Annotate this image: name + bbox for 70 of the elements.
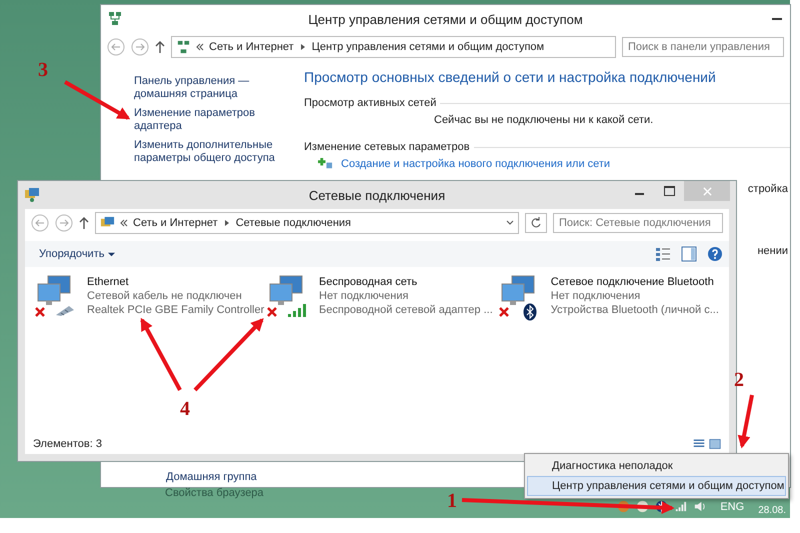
network-icon: [107, 11, 123, 27]
details-view-icon[interactable]: [693, 438, 705, 450]
signal-icon[interactable]: [674, 500, 688, 513]
window-title: Центр управления сетями и общим доступом: [308, 12, 583, 26]
computer-icon[interactable]: [269, 275, 303, 307]
network-status: Сейчас вы не подключены ни к какой сети.: [434, 114, 654, 127]
sidebar-link[interactable]: Изменение параметров адаптера: [134, 107, 296, 133]
connection-name[interactable]: Ethernet: [87, 275, 264, 289]
bluetooth-icon: [522, 303, 537, 321]
back-button[interactable]: [31, 214, 49, 232]
address-bar[interactable]: Сеть и Интернет Центр управления сетями и общим доступом: [171, 36, 616, 58]
annotation-number: 2: [734, 369, 744, 391]
partial-text: нении: [757, 245, 788, 258]
search-field[interactable]: Поиск в панели управления: [622, 37, 784, 57]
signal-bars-icon: [287, 303, 307, 317]
partial-text: стройка: [748, 183, 788, 196]
forward-button[interactable]: [55, 214, 73, 232]
sidebar-link[interactable]: Изменить дополнительные параметры общего доступа: [134, 139, 296, 165]
breadcrumb-item[interactable]: Центр управления сетями и общим доступом: [312, 41, 544, 53]
up-button[interactable]: [155, 40, 165, 54]
annotation-number: 4: [180, 398, 190, 420]
menu-item[interactable]: Диагностика неполадок: [527, 456, 786, 476]
adapter-name: Беспроводной сетевой адаптер ...: [319, 303, 493, 317]
help-icon[interactable]: [707, 246, 723, 262]
chevron-icon: [222, 219, 231, 227]
chevron-icon: [120, 219, 128, 227]
connection-status: Нет подключения: [550, 289, 642, 303]
forward-button[interactable]: [131, 38, 149, 56]
create-connection-link[interactable]: Создание и настройка нового подключения или сети: [341, 158, 610, 171]
up-button[interactable]: [79, 216, 89, 230]
computer-icon[interactable]: [37, 275, 71, 307]
breadcrumb-item[interactable]: Сеть и Интернет: [209, 41, 294, 53]
search-field[interactable]: Поиск: Сетевые подключения: [553, 213, 723, 233]
sidebar-link[interactable]: Домашняя группа: [166, 471, 296, 483]
back-button[interactable]: [107, 38, 125, 56]
connection-status: Сетевой кабель не подключен: [87, 289, 243, 303]
annotation-number: 1: [447, 490, 457, 512]
speaker-icon[interactable]: [693, 500, 706, 513]
dropdown-caret-icon[interactable]: [506, 219, 514, 227]
arrow: [64, 80, 130, 120]
adapter-name: Устройства Bluetooth (личной с...: [550, 303, 719, 317]
window-title: Сетевые подключения: [308, 188, 446, 202]
preview-pane-icon[interactable]: [681, 246, 697, 262]
chevron-icon: [298, 43, 307, 51]
section-title: Изменение сетевых параметров: [304, 141, 470, 154]
cable-plug-icon: [55, 303, 75, 317]
sidebar-link[interactable]: Панель управления — домашняя страница: [134, 75, 296, 101]
connection-name[interactable]: Беспроводная сеть: [319, 275, 493, 289]
arrow: [738, 394, 754, 448]
tiles-view-icon[interactable]: [709, 438, 721, 450]
network-folder-icon: [24, 187, 40, 203]
breadcrumb-item[interactable]: Сеть и Интернет: [133, 217, 218, 229]
connection-status: Нет подключения: [319, 289, 410, 303]
adapter-name: Realtek PCIe GBE Family Controller: [87, 303, 264, 317]
address-bar[interactable]: Сеть и Интернет Сетевые подключения: [95, 212, 519, 234]
page-heading: Просмотр основных сведений о сети и настройка подключений: [304, 69, 717, 85]
caret-icon[interactable]: [108, 250, 116, 258]
view-options-icon[interactable]: [655, 246, 671, 262]
connection-name[interactable]: Сетевое подключение Bluetooth: [550, 275, 719, 289]
breadcrumb-item[interactable]: Сетевые подключения: [236, 217, 352, 229]
network-icon: [176, 40, 191, 54]
item-count: Элементов: 3: [33, 438, 102, 450]
section-title: Просмотр активных сетей: [304, 97, 436, 110]
tray-icon[interactable]: [636, 500, 650, 513]
computer-icon[interactable]: [500, 275, 535, 307]
menu-item[interactable]: Центр управления сетями и общим доступом: [527, 476, 786, 496]
refresh-button[interactable]: [525, 213, 547, 233]
organize-button[interactable]: Упорядочить: [35, 246, 120, 262]
chevron-icon: [196, 43, 204, 51]
annotation-number: 3: [38, 59, 48, 81]
